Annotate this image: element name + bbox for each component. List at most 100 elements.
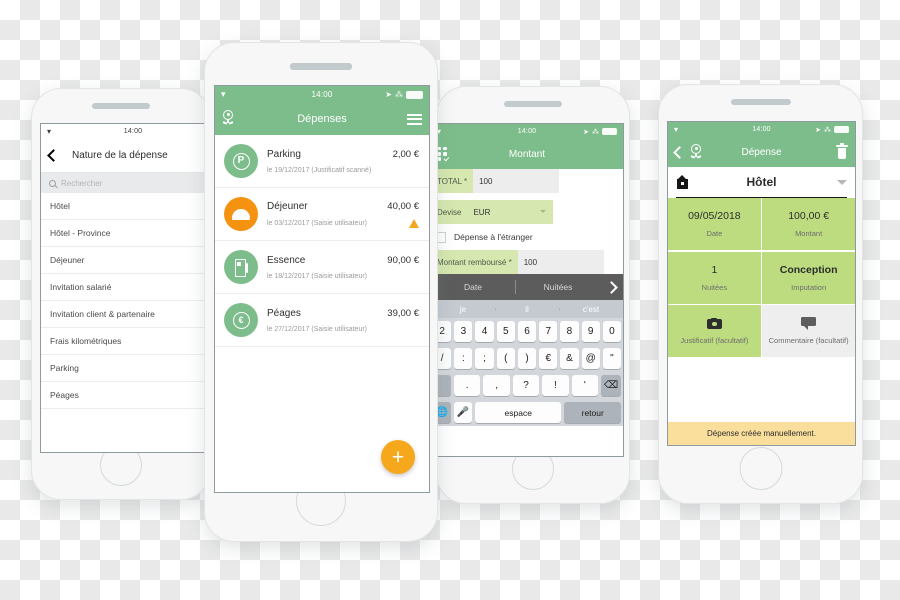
- key[interactable]: @: [581, 348, 600, 369]
- expense-name: Péages: [267, 307, 301, 319]
- page-title: Dépense: [741, 146, 782, 158]
- key[interactable]: 7: [539, 321, 558, 342]
- chevron-left-icon[interactable]: [47, 149, 60, 162]
- field-devise[interactable]: Devise EUR: [431, 200, 623, 224]
- field-value[interactable]: 100: [473, 169, 560, 193]
- tile-date[interactable]: 09/05/2018 Date: [668, 198, 761, 251]
- field-value[interactable]: 100: [517, 250, 604, 274]
- list-item[interactable]: Essence 90,00 € le 18/12/2017 (Saisie ut…: [215, 241, 429, 294]
- list-item[interactable]: Invitation client & partenaire: [41, 301, 225, 328]
- key[interactable]: 6: [517, 321, 537, 342]
- microphone-icon[interactable]: 🎤: [454, 402, 472, 423]
- backspace-icon[interactable]: ⌫: [601, 375, 622, 396]
- list-item[interactable]: Hôtel - Province: [41, 220, 225, 247]
- tile-label: Imputation: [791, 282, 827, 292]
- field-value[interactable]: EUR: [467, 200, 554, 224]
- key[interactable]: :: [454, 348, 473, 369]
- status-bar: ▾ 14:00 ➤ ⁂: [215, 86, 429, 103]
- tile-label: Montant: [795, 229, 823, 239]
- status-bar: ▾ 14:00 ➤ ⁂: [431, 124, 623, 139]
- expense-type-selector[interactable]: Hôtel: [668, 167, 855, 197]
- tile-label: Nuitées: [701, 282, 728, 292]
- list-item[interactable]: € Péages 39,00 € le 27/12/2017 (Saisie u…: [215, 294, 429, 347]
- page-title: Montant: [508, 148, 546, 160]
- tile-commentaire[interactable]: Commentaire (facultatif): [762, 305, 855, 358]
- parking-icon: P: [224, 144, 258, 178]
- navbar-depenses: Dépenses: [215, 103, 429, 135]
- tile-montant[interactable]: 100,00 € Montant: [762, 198, 855, 251]
- tile-value: Conception: [779, 263, 838, 276]
- status-bar-time: 14:00: [123, 128, 143, 135]
- key[interactable]: 0: [602, 321, 621, 342]
- key[interactable]: 5: [496, 321, 515, 342]
- tab-date[interactable]: Date: [431, 282, 515, 292]
- list-item[interactable]: Hôtel: [41, 193, 225, 220]
- status-bar-time: 14:00: [517, 128, 537, 135]
- key[interactable]: 3: [454, 321, 473, 342]
- keyboard-row-bottom: 🌐 🎤 espace retour: [431, 399, 623, 426]
- key[interactable]: ,: [483, 375, 510, 396]
- key[interactable]: €: [539, 348, 558, 369]
- tab-nuitees[interactable]: Nuitées: [516, 282, 600, 292]
- suggestion-item[interactable]: c'est: [559, 305, 623, 314]
- tile-justificatif[interactable]: Justificatif (facultatif): [668, 305, 761, 358]
- list-item[interactable]: Parking: [41, 355, 225, 382]
- list-item-subline: le 27/12/2017 (Saisie utilisateur): [267, 326, 419, 333]
- expense-detail: le 19/12/2017 (Justificatif scanné): [267, 166, 372, 174]
- list-item[interactable]: P Parking 2,00 € le 19/12/2017 (Justific…: [215, 135, 429, 188]
- list-item[interactable]: Déjeuner 40,00 € le 03/12/2017 (Saisie u…: [215, 188, 429, 241]
- phone-mockup-list: ▾ 14:00 ➤ ⁂ Dépenses P Parking 2,00 € le…: [204, 42, 438, 542]
- list-item-body: Essence 90,00 € le 18/12/2017 (Saisie ut…: [267, 255, 419, 280]
- list-item[interactable]: Frais kilométriques: [41, 328, 225, 355]
- page-title: Nature de la dépense: [72, 150, 168, 161]
- phone-speaker: [92, 103, 150, 109]
- tile-label: Commentaire (facultatif): [768, 336, 849, 346]
- key[interactable]: ;: [475, 348, 494, 369]
- field-value-text: EUR: [473, 207, 491, 217]
- key[interactable]: ?: [512, 375, 540, 396]
- phone-mockup-montant: ▾ 14:00 ➤ ⁂ Montant TOTAL * 100 Devise E…: [430, 86, 630, 504]
- field-total[interactable]: TOTAL * 100: [431, 169, 623, 193]
- checkbox-foreign-expense[interactable]: Dépense à l'étranger: [431, 224, 623, 250]
- navbar-montant: Montant: [431, 139, 623, 169]
- trash-icon[interactable]: [836, 143, 848, 159]
- home-button[interactable]: [739, 447, 782, 490]
- meal-icon: [224, 197, 258, 231]
- screen-depenses: ▾ 14:00 ➤ ⁂ Dépenses P Parking 2,00 € le…: [214, 85, 430, 493]
- list-item-header: Essence 90,00 €: [267, 255, 419, 266]
- key[interactable]: ": [602, 348, 621, 369]
- field-montant-rembourse[interactable]: Montant remboursé * 100: [431, 250, 623, 274]
- list-item-body: Péages 39,00 € le 27/12/2017 (Saisie uti…: [267, 308, 419, 333]
- chevron-right-icon[interactable]: [605, 280, 618, 294]
- space-key[interactable]: espace: [475, 402, 562, 423]
- navbar-depense: Dépense: [668, 137, 855, 167]
- expense-detail: le 18/12/2017 (Saisie utilisateur): [267, 272, 368, 280]
- return-key[interactable]: retour: [564, 402, 621, 423]
- tile-label: Date: [706, 229, 723, 239]
- key[interactable]: 9: [581, 321, 600, 342]
- list-item[interactable]: Péages: [41, 382, 225, 409]
- key[interactable]: 4: [475, 321, 494, 342]
- status-bar: ▾ 14:00 ➤ ⁂: [668, 122, 855, 137]
- expense-amount: 2,00 €: [392, 148, 419, 160]
- key[interactable]: ): [517, 348, 537, 369]
- key[interactable]: .: [453, 375, 481, 396]
- camera-icon: [706, 317, 722, 329]
- suggestion-item[interactable]: il: [495, 305, 559, 314]
- key[interactable]: (: [496, 348, 515, 369]
- key[interactable]: !: [542, 375, 569, 396]
- list-item[interactable]: Déjeuner: [41, 247, 225, 274]
- tile-nuitees[interactable]: 1 Nuitées: [668, 251, 761, 304]
- phone-speaker: [504, 101, 562, 107]
- list-item-subline: le 18/12/2017 (Saisie utilisateur): [267, 273, 419, 280]
- list-item[interactable]: Invitation salarié: [41, 274, 225, 301]
- search-input[interactable]: Rechercher: [41, 173, 225, 193]
- key[interactable]: ': [571, 375, 599, 396]
- key[interactable]: &: [560, 348, 579, 369]
- tile-imputation[interactable]: Conception Imputation: [762, 251, 855, 304]
- suggestion-item[interactable]: je: [431, 305, 495, 314]
- key[interactable]: 8: [560, 321, 579, 342]
- add-expense-button[interactable]: +: [381, 440, 415, 474]
- expense-detail: le 03/12/2017 (Saisie utilisateur): [267, 219, 368, 227]
- search-placeholder: Rechercher: [61, 178, 103, 188]
